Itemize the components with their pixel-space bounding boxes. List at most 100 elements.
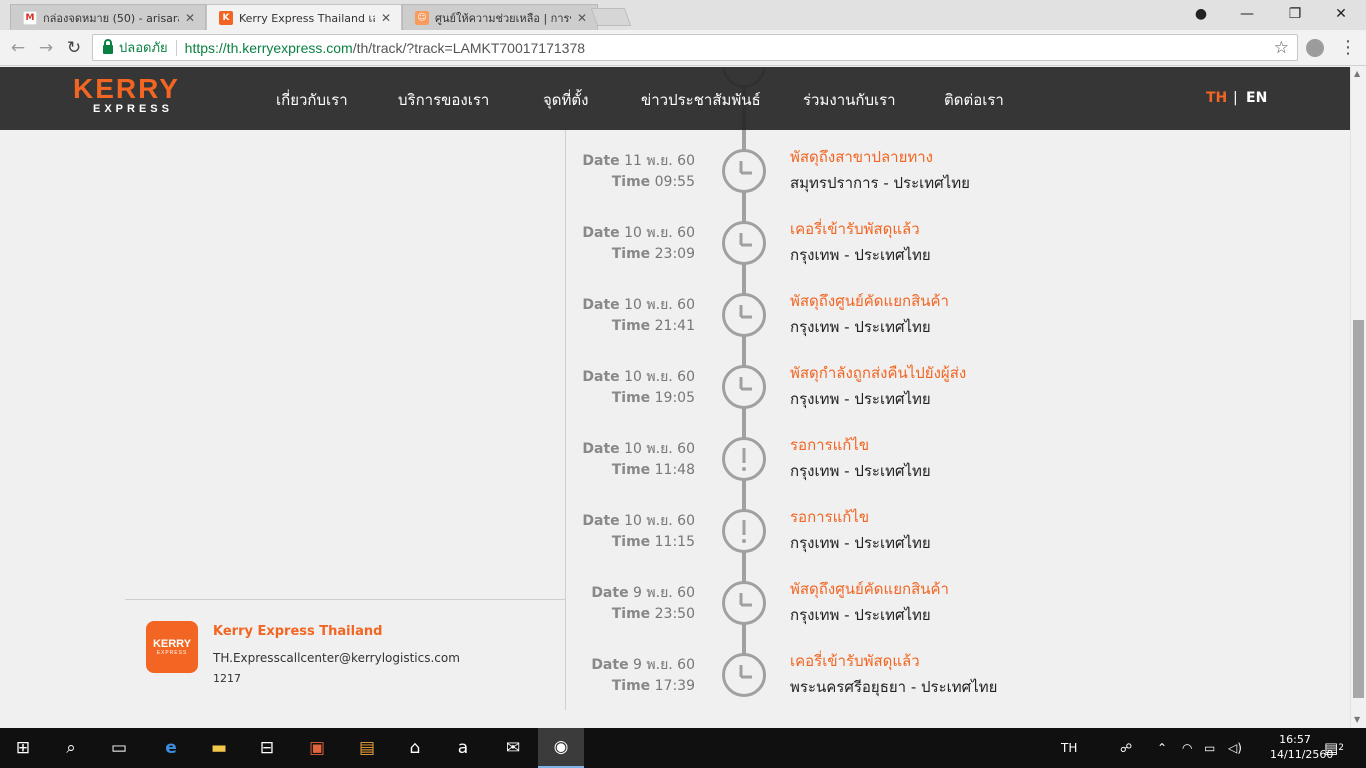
notification-icon[interactable]: ▤ 2 [1324, 728, 1344, 768]
chrome-icon[interactable]: ◉ [538, 728, 584, 768]
taskbar-clock[interactable]: 16:57 14/11/2560 [1270, 732, 1333, 762]
restore-icon[interactable]: ❐ [1272, 0, 1318, 28]
event-time: Time 09:55 [612, 174, 695, 190]
people-icon[interactable]: ☍ [1120, 728, 1132, 768]
alert-icon [722, 509, 766, 553]
wifi-icon[interactable]: ◠ [1182, 728, 1192, 768]
date-label: Date [582, 225, 620, 241]
url-host: https://th.kerryexpress.com [184, 39, 353, 56]
page-scrollbar[interactable]: ▲ ▼ [1350, 67, 1366, 728]
app-icon-subtext: EXPRESS [156, 649, 188, 656]
minimize-icon[interactable]: — [1224, 0, 1270, 28]
app-icon-text: KERRY [152, 637, 192, 650]
time-label: Time [611, 318, 651, 334]
time-value: 21:41 [654, 318, 695, 334]
nav-contact[interactable]: ติดต่อเรา [944, 88, 1004, 112]
nav-news[interactable]: ข่าวประชาสัมพันธ์ [641, 88, 761, 112]
lang-en[interactable]: EN [1246, 90, 1267, 106]
time-value: 17:39 [654, 678, 695, 694]
kerry-icon: K [219, 10, 233, 25]
site-header: KERRY EXPRESS เกี่ยวกับเรา บริการของเรา … [0, 67, 1350, 130]
time-label: Time [611, 606, 651, 622]
time-label: Time [611, 678, 651, 694]
tab-kerry[interactable]: K Kerry Express Thailand เล ✕ [206, 4, 402, 30]
scroll-thumb[interactable] [1353, 320, 1364, 698]
timeline-event: Date 10 พ.ย. 60 Time 23:09 เคอรี่เข้ารับพั… [0, 220, 1350, 294]
tab-title: กล่องจดหมาย (50) - arisara [43, 11, 179, 25]
new-tab-button[interactable] [590, 8, 632, 26]
event-date: Date 11 พ.ย. 60 [582, 150, 695, 172]
mail-icon[interactable]: ✉ [490, 728, 536, 768]
time-value: 19:05 [654, 390, 695, 406]
event-date: Date 10 พ.ย. 60 [582, 294, 695, 316]
timeline-event: Date 10 พ.ย. 60 Time 11:48 รอการแก้ไข กรุงเ… [0, 436, 1350, 510]
battery-icon[interactable]: ▭ [1204, 728, 1215, 768]
volume-icon[interactable]: ◁) [1228, 728, 1242, 768]
nav-careers[interactable]: ร่วมงานกับเรา [803, 88, 896, 112]
window-close-icon[interactable]: ✕ [1318, 0, 1364, 28]
nav-services[interactable]: บริการของเรา [398, 88, 489, 112]
windows-start-icon[interactable]: ⊞ [0, 728, 46, 768]
back-icon[interactable]: ← [6, 36, 30, 60]
event-time: Time 23:09 [612, 246, 695, 262]
contact-phone[interactable]: 1217 [213, 672, 241, 685]
reload-icon[interactable]: ↻ [62, 36, 86, 60]
event-location: สมุทรปราการ - ประเทศไทย [790, 174, 970, 192]
event-status: พัสดุกำลังถูกส่งคืนไปยังผู้ส่ง [790, 364, 967, 382]
store-icon[interactable]: ⊟ [244, 728, 290, 768]
profile-icon[interactable]: ● [1178, 0, 1224, 28]
amazon-icon[interactable]: a [440, 728, 486, 768]
date-label: Date [582, 153, 620, 169]
time-value: 11:48 [654, 462, 695, 478]
address-bar[interactable]: ปลอดภัย https://th.kerryexpress.com /th/… [92, 34, 1298, 61]
lang-th[interactable]: TH [1206, 90, 1227, 106]
forward-icon[interactable]: → [34, 36, 58, 60]
scroll-up-icon[interactable]: ▲ [1354, 69, 1360, 78]
event-status: พัสดุถึงศูนย์คัดแยกสินค้า [790, 292, 949, 310]
close-icon[interactable]: ✕ [185, 11, 195, 25]
home-icon[interactable]: ⌂ [392, 728, 438, 768]
scroll-down-icon[interactable]: ▼ [1354, 715, 1360, 724]
event-status: รอการแก้ไข [790, 436, 870, 454]
logo-sub-text: EXPRESS [93, 103, 173, 115]
event-time: Time 23:50 [612, 606, 695, 622]
nav-about[interactable]: เกี่ยวกับเรา [276, 88, 348, 112]
event-date: Date 10 พ.ย. 60 [582, 366, 695, 388]
tray-chevron-icon[interactable]: ⌃ [1157, 728, 1167, 768]
close-icon[interactable]: ✕ [577, 11, 587, 25]
search-icon[interactable]: ⌕ [48, 728, 94, 768]
time-value: 09:55 [654, 174, 695, 190]
app-icon[interactable]: ▤ [344, 728, 390, 768]
event-location: กรุงเทพ - ประเทศไทย [790, 318, 931, 336]
extension-icon[interactable] [1306, 39, 1324, 57]
kerry-logo[interactable]: KERRY EXPRESS [73, 75, 180, 116]
event-date: Date 10 พ.ย. 60 [582, 222, 695, 244]
tab-title: Kerry Express Thailand เล [239, 11, 375, 25]
timeline-event: Date 9 พ.ย. 60 Time 23:50 พัสดุถึงศูนย์คัด… [0, 580, 1350, 654]
tab-help[interactable]: ☺ ศูนย์ให้ความช่วยเหลือ | การช่วย ✕ [402, 4, 598, 30]
windows-taskbar: ⊞ ⌕ ▭ e ▬ ⊟ ▣ ▤ ⌂ a ✉ ◉ TH ☍ ⌃ ◠ ▭ ◁) 16… [0, 728, 1366, 768]
time-value: 23:09 [654, 246, 695, 262]
tab-title: ศูนย์ให้ความช่วยเหลือ | การช่วย [435, 11, 571, 25]
clock-icon [722, 581, 766, 625]
bookmark-star-icon[interactable]: ☆ [1274, 38, 1289, 58]
tab-gmail[interactable]: M กล่องจดหมาย (50) - arisara ✕ [10, 4, 206, 30]
close-icon[interactable]: ✕ [381, 11, 391, 25]
nav-locations[interactable]: จุดที่ตั้ง [543, 88, 588, 112]
time-label: Time [611, 246, 651, 262]
photos-icon[interactable]: ▣ [294, 728, 340, 768]
event-location: กรุงเทพ - ประเทศไทย [790, 534, 931, 552]
event-location: พระนครศรีอยุธยา - ประเทศไทย [790, 678, 998, 696]
edge-icon[interactable]: e [148, 728, 194, 768]
contact-name[interactable]: Kerry Express Thailand [213, 624, 382, 639]
date-value: 10 พ.ย. 60 [624, 369, 695, 385]
date-label: Date [582, 441, 620, 457]
input-language[interactable]: TH [1061, 728, 1077, 768]
menu-dots-icon[interactable]: ⋮ [1338, 36, 1358, 60]
file-explorer-icon[interactable]: ▬ [196, 728, 242, 768]
event-date: Date 10 พ.ย. 60 [582, 510, 695, 532]
event-status: พัสดุถึงสาขาปลายทาง [790, 148, 934, 166]
task-view-icon[interactable]: ▭ [96, 728, 142, 768]
time-label: Time [611, 534, 651, 550]
contact-email[interactable]: TH.Expresscallcenter@kerrylogistics.com [213, 651, 460, 665]
